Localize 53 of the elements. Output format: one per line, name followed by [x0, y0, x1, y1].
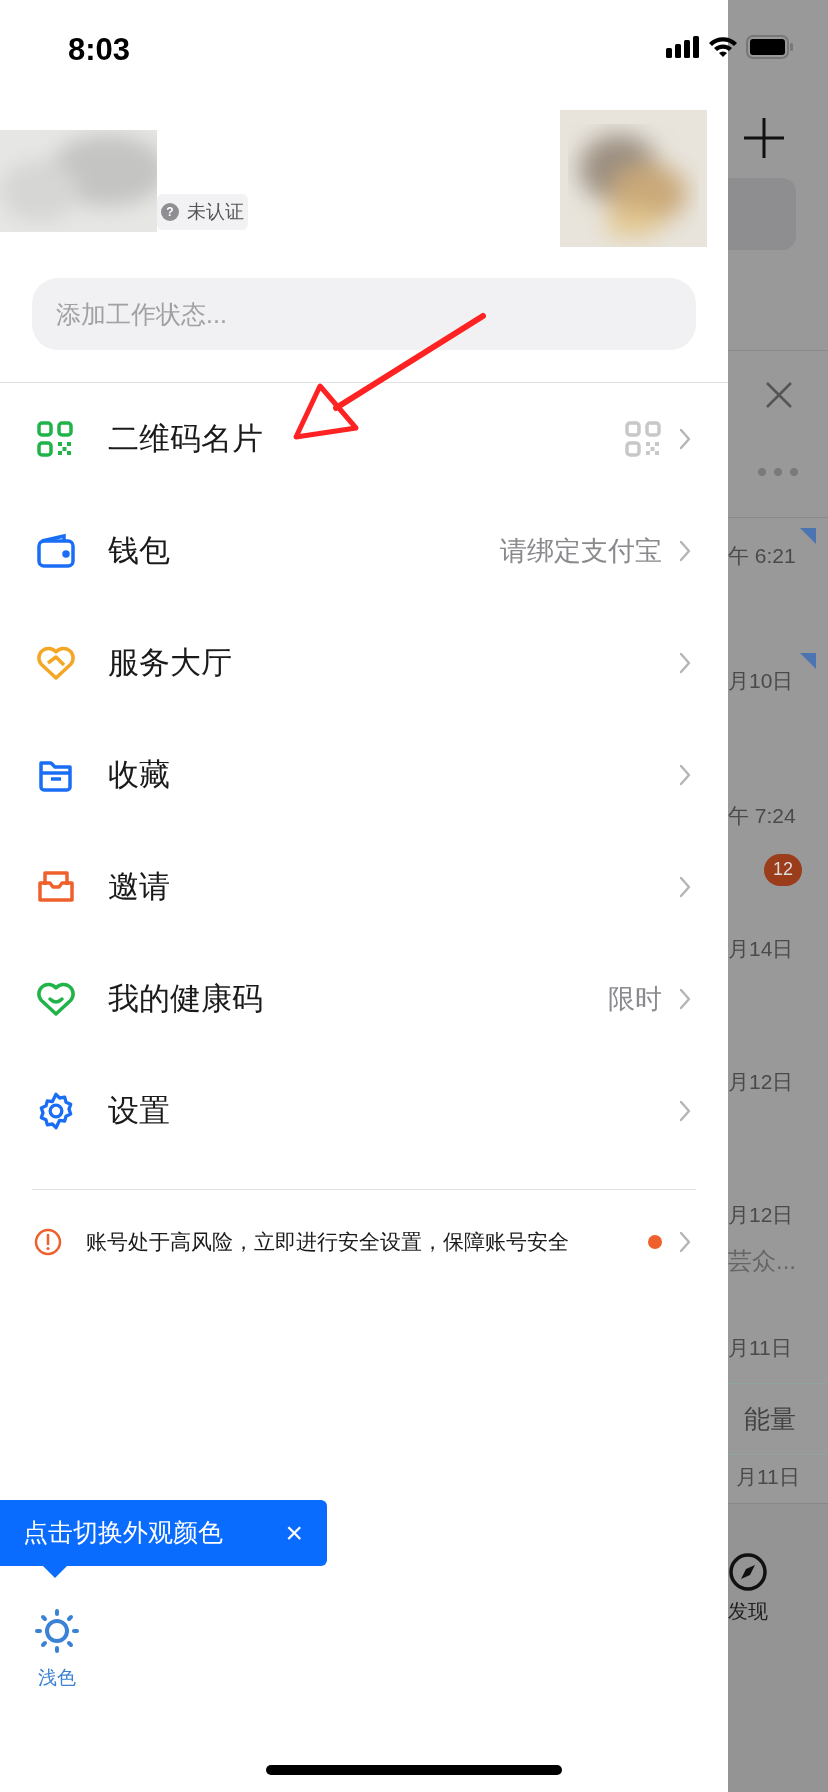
alert-text: 账号处于高风险，立即进行安全设置，保障账号安全: [86, 1229, 570, 1255]
battery-icon: [746, 35, 794, 59]
message-time: 月12日: [728, 1069, 794, 1095]
qr-code-icon: [36, 420, 74, 458]
menu-item[interactable]: 设置: [0, 1055, 728, 1167]
verification-badge: ? 未认证: [157, 194, 248, 230]
more-icon: [757, 467, 799, 477]
sun-icon: [34, 1607, 80, 1654]
tooltip-pointer: [43, 1565, 67, 1578]
message-time: 午 7:24: [728, 803, 796, 829]
chevron-icon: [678, 427, 692, 451]
menu-item[interactable]: 收藏: [0, 719, 728, 831]
chevron-icon: [678, 1230, 692, 1254]
message-time: 月11日: [736, 1464, 801, 1490]
compass-icon: [728, 1551, 768, 1592]
signal-icon: [666, 34, 700, 60]
chevron-icon: [678, 1099, 692, 1123]
heart-handshake-icon: [36, 645, 76, 681]
menu-item[interactable]: 服务大厅: [0, 607, 728, 719]
chevron-icon: [678, 651, 692, 675]
wallet-icon: [36, 533, 76, 569]
menu-item[interactable]: 二维码名片: [0, 383, 728, 495]
close-icon: [765, 381, 793, 409]
menu-item[interactable]: 钱包 请绑定支付宝: [0, 495, 728, 607]
status-field[interactable]: 添加工作状态...: [32, 278, 696, 350]
security-alert[interactable]: 账号处于高风险，立即进行安全设置，保障账号安全: [0, 1228, 728, 1256]
heart-smile-icon: [36, 981, 76, 1017]
tooltip: 点击切换外观颜色 ×: [0, 1499, 327, 1566]
question-icon: ?: [161, 203, 179, 221]
qr-code-icon: [624, 420, 662, 458]
unread-badge: 12: [764, 853, 803, 886]
menu-value: 限时: [608, 982, 662, 1016]
plus-icon: [742, 116, 786, 160]
menu-value: 请绑定支付宝: [500, 534, 662, 568]
chevron-icon: [678, 763, 692, 787]
envelope-icon: [36, 869, 76, 905]
message-time: 月12日: [728, 1202, 794, 1228]
discover-tab[interactable]: 发现: [728, 1551, 768, 1626]
status-time: 8:03: [68, 30, 131, 69]
chevron-icon: [678, 539, 692, 563]
warning-icon: [34, 1228, 62, 1256]
message-time: 月14日: [728, 936, 794, 962]
chevron-icon: [678, 987, 692, 1011]
message-time: 午 6:21: [728, 543, 796, 569]
menu-item[interactable]: 邀请: [0, 831, 728, 943]
chevron-icon: [678, 875, 692, 899]
message-time: 月10日: [728, 668, 794, 694]
close-button[interactable]: ×: [285, 1517, 303, 1548]
wifi-icon: [708, 36, 738, 58]
menu-item[interactable]: 我的健康码 限时: [0, 943, 728, 1055]
banner: 能量: [728, 1383, 828, 1455]
message-time: 月11日: [728, 1335, 792, 1361]
theme-button[interactable]: 浅色: [34, 1607, 80, 1692]
